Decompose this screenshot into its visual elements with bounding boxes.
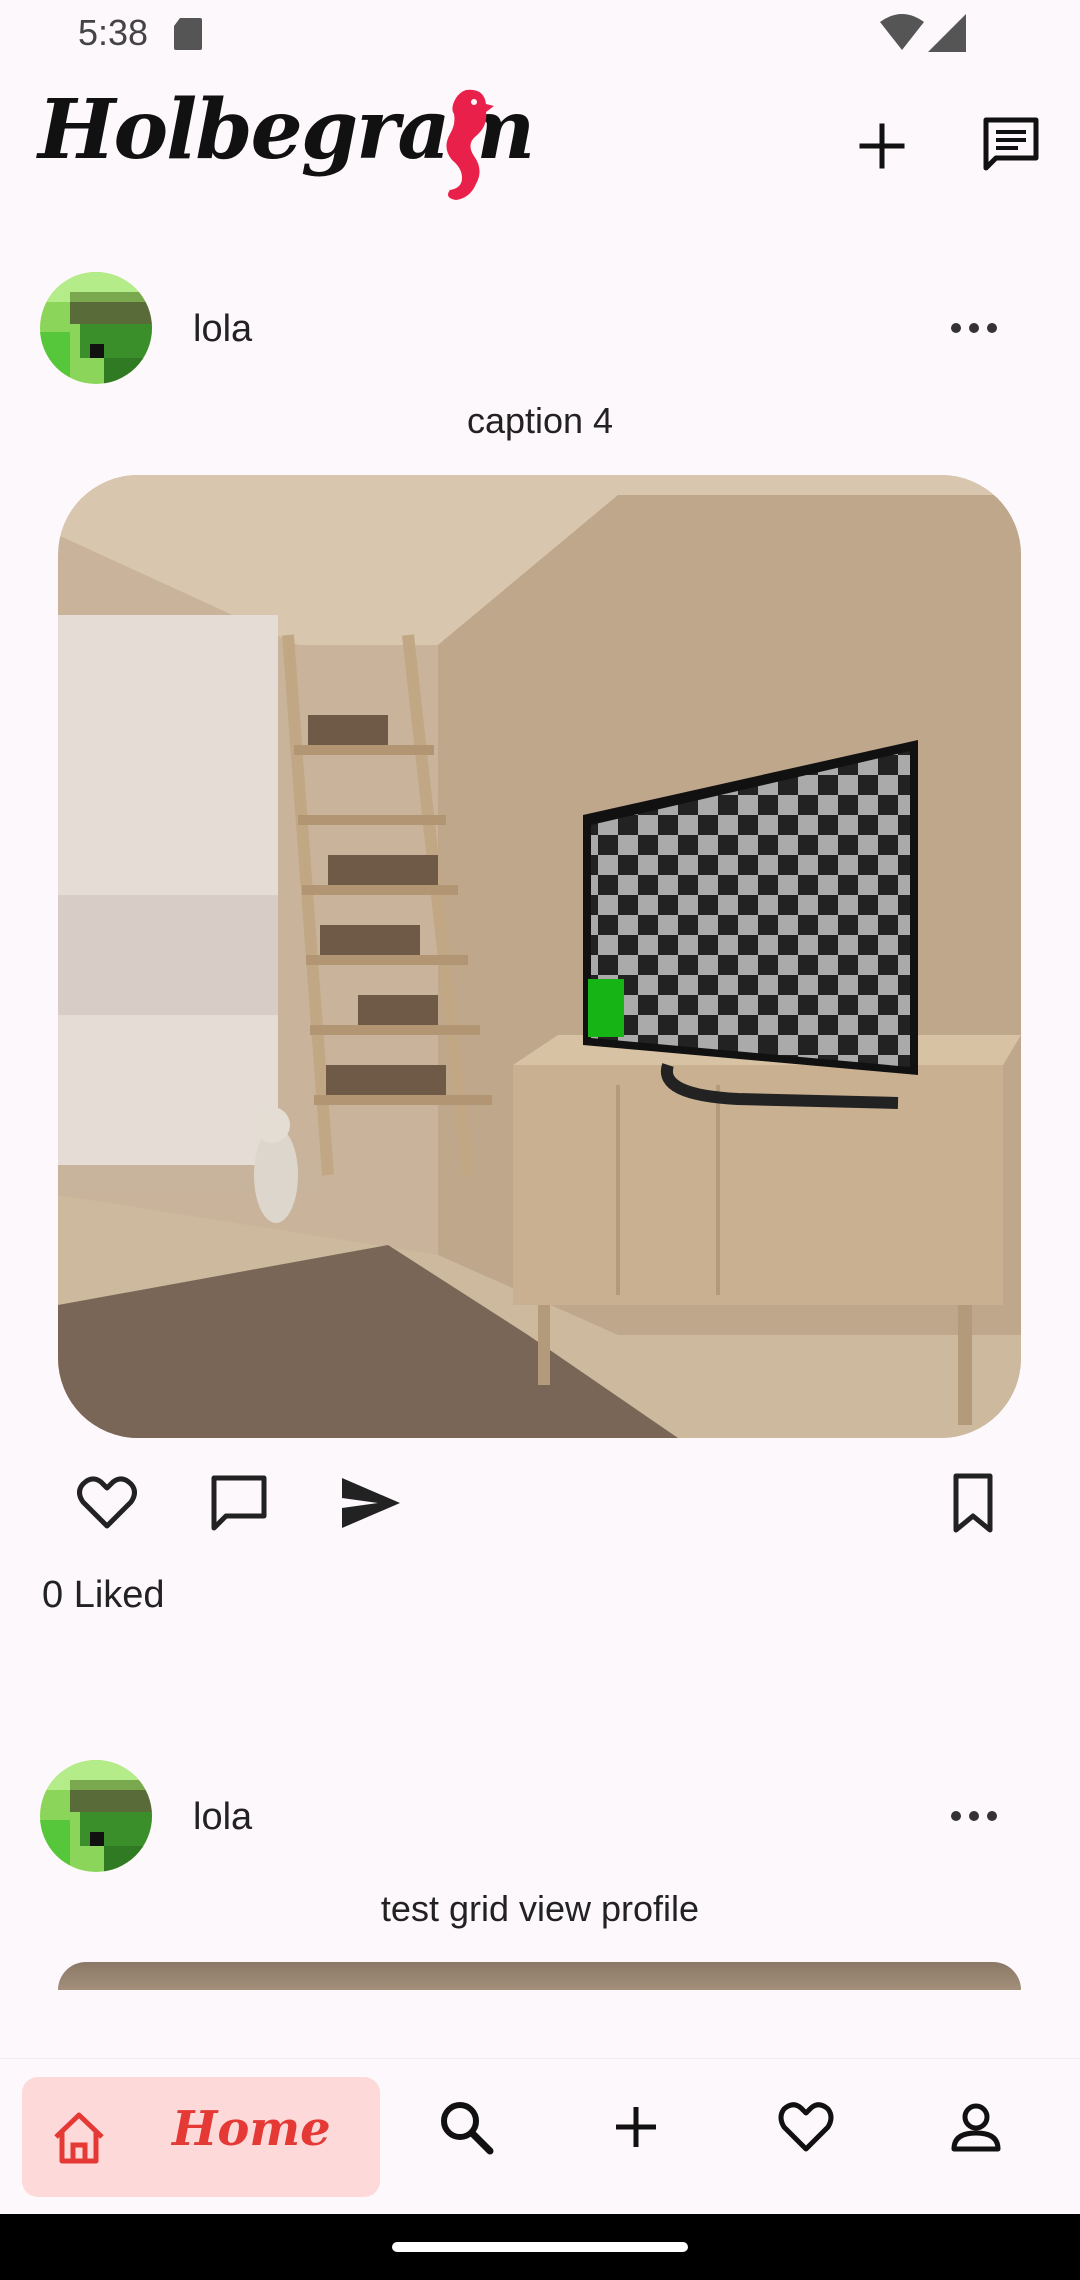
post-image[interactable] xyxy=(58,475,1021,1438)
gesture-navigation-bar xyxy=(0,2214,1080,2280)
nav-home-label: Home xyxy=(172,2101,331,2157)
post-caption: caption 4 xyxy=(466,400,614,441)
bookmark-icon[interactable] xyxy=(940,1470,1006,1536)
post-username[interactable]: lola xyxy=(193,308,252,351)
more-options-icon[interactable] xyxy=(946,312,1002,344)
profile-icon[interactable] xyxy=(946,2097,1006,2157)
more-options-icon[interactable] xyxy=(946,1800,1002,1832)
comment-icon[interactable] xyxy=(206,1470,272,1536)
sd-card-icon xyxy=(174,18,202,50)
heart-icon[interactable] xyxy=(776,2097,836,2157)
share-send-icon[interactable] xyxy=(338,1470,404,1536)
post-header: lola xyxy=(0,272,1080,392)
avatar[interactable] xyxy=(40,1760,152,1872)
add-post-icon[interactable] xyxy=(854,118,910,174)
app-bar: Holbegram xyxy=(0,72,1080,222)
search-icon[interactable] xyxy=(436,2097,496,2157)
likes-count: 0 Liked xyxy=(42,1574,165,1616)
avatar[interactable] xyxy=(40,272,152,384)
nav-item-home[interactable]: Home xyxy=(22,2077,380,2197)
post-caption: test grid view profile xyxy=(380,1888,700,1929)
signal-icon xyxy=(928,14,966,52)
home-icon xyxy=(54,2112,104,2164)
bottom-navigation: Home xyxy=(0,2058,1080,2214)
status-time: 5:38 xyxy=(78,12,149,53)
add-icon[interactable] xyxy=(606,2097,666,2157)
post-header: lola xyxy=(0,1760,1080,1880)
post-username[interactable]: lola xyxy=(193,1796,252,1839)
status-bar: 5:38 xyxy=(0,0,1080,72)
messages-icon[interactable] xyxy=(980,114,1042,176)
post-actions xyxy=(0,1470,1080,1540)
home-gesture-handle[interactable] xyxy=(392,2242,688,2252)
seahorse-logo-icon xyxy=(446,89,494,200)
like-heart-icon[interactable] xyxy=(74,1470,140,1536)
wifi-icon xyxy=(880,14,924,50)
post-image[interactable] xyxy=(58,1962,1021,1990)
